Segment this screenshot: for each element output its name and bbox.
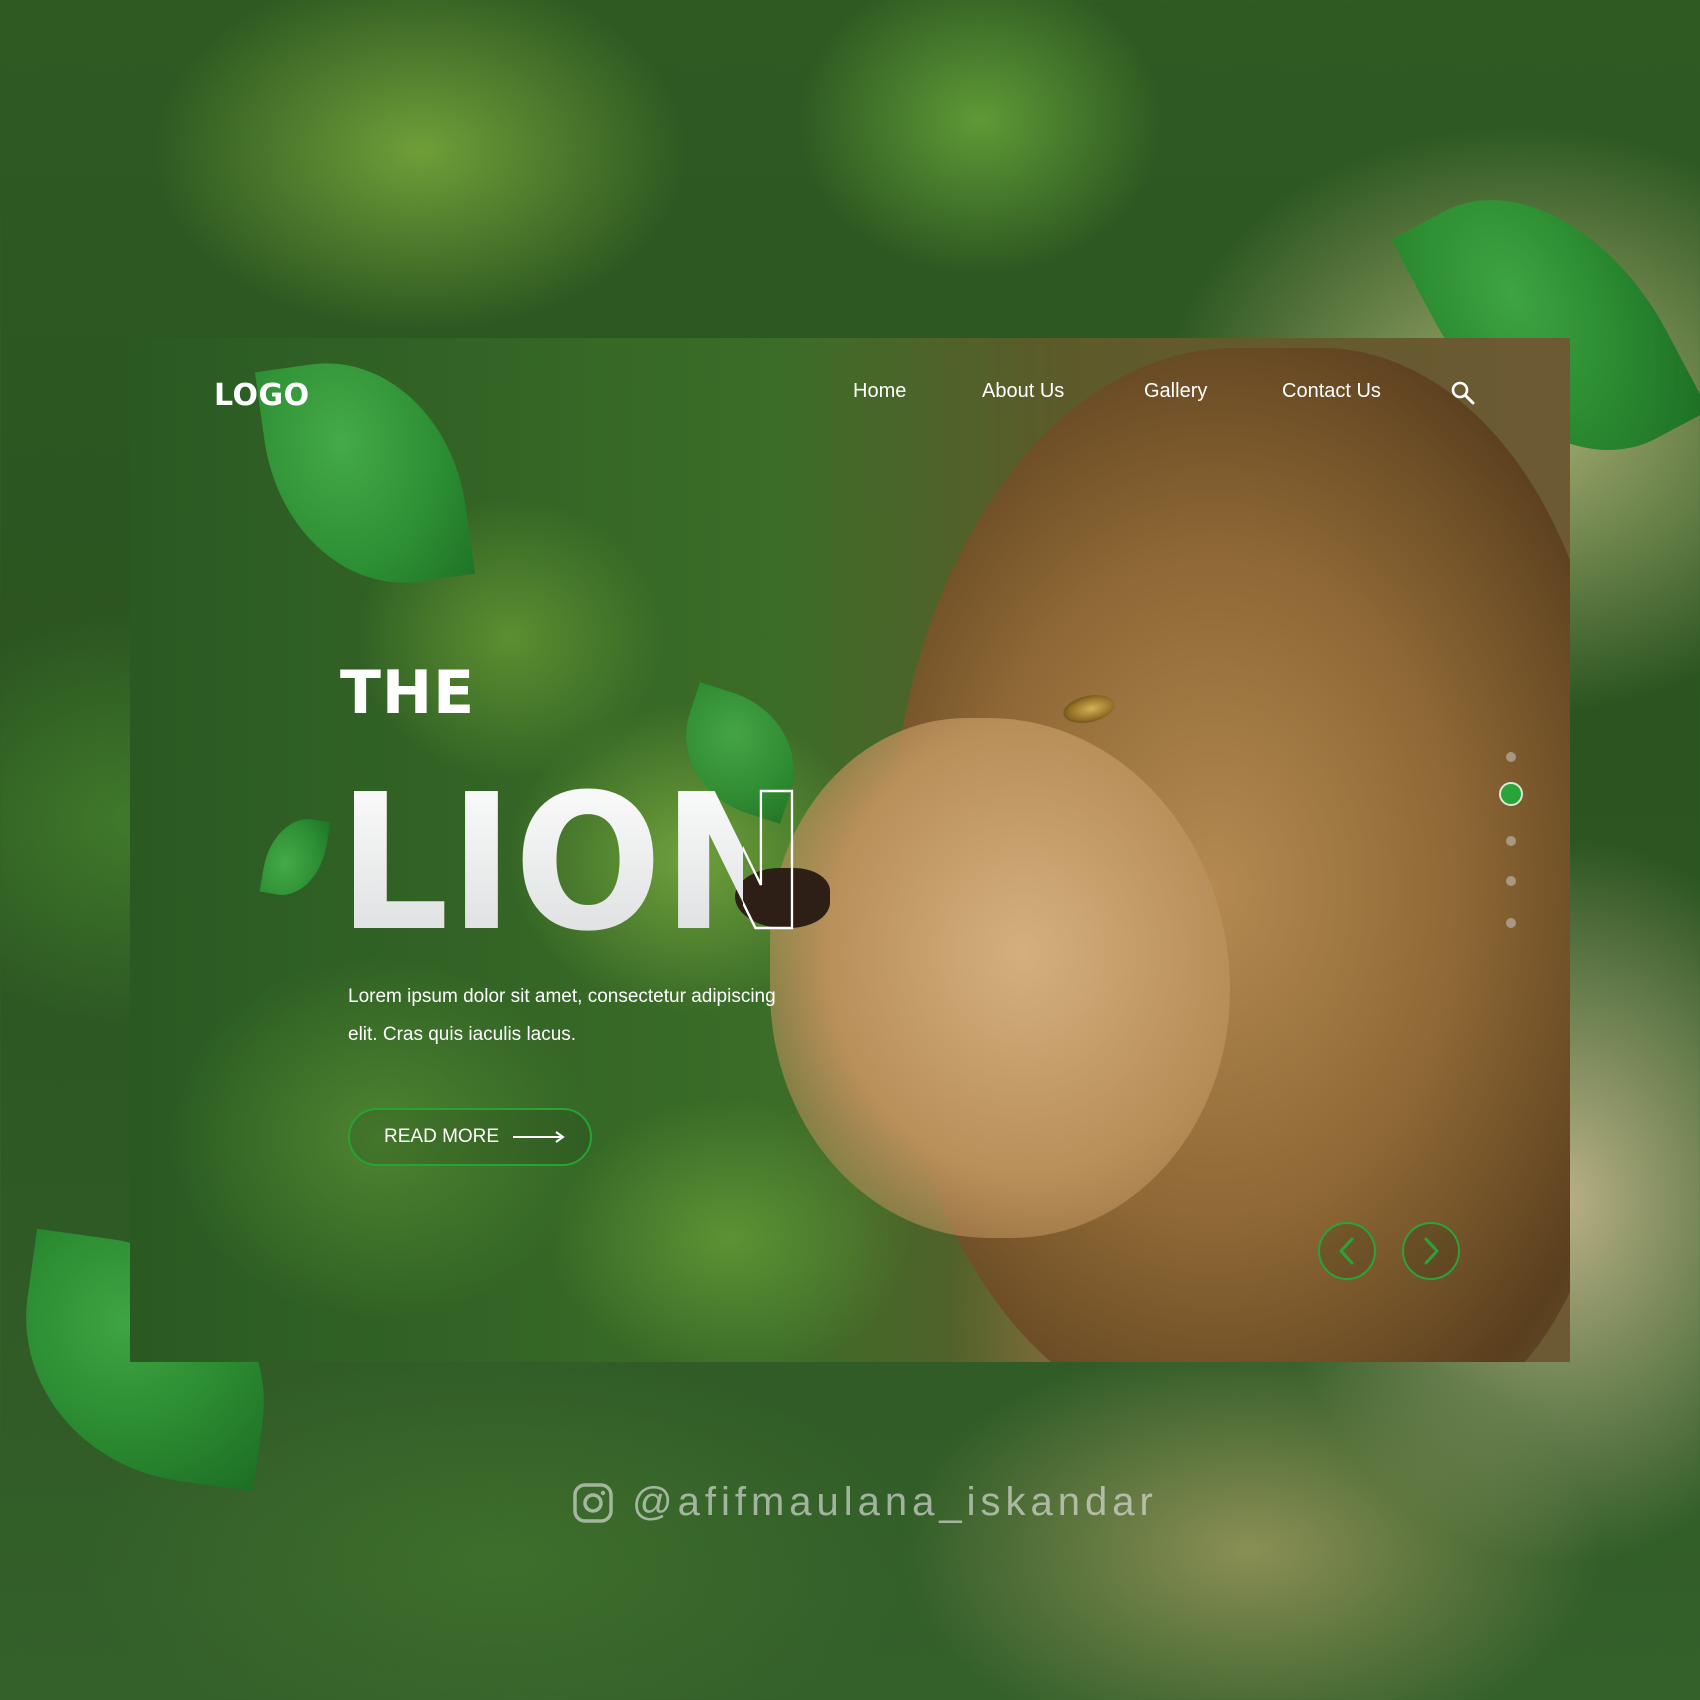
hero-title: LION LION	[338, 753, 809, 938]
nav-link-home[interactable]: Home	[853, 380, 906, 403]
slide-dot[interactable]	[1506, 876, 1516, 886]
leaf-decoration	[259, 812, 331, 902]
nav-link-about-us[interactable]: About Us	[982, 380, 1064, 403]
hero-description-line: elit. Cras quis iaculis lacus.	[348, 1024, 577, 1045]
instagram-icon	[573, 1482, 613, 1523]
slide-dot-active[interactable]	[1499, 782, 1523, 806]
hero-description: Lorem ipsum dolor sit amet, consectetur …	[348, 978, 848, 1054]
slide-dot[interactable]	[1506, 836, 1516, 846]
next-slide-button[interactable]	[1402, 1222, 1460, 1280]
logo[interactable]: LOGO	[214, 378, 310, 413]
chevron-right-icon	[1424, 1237, 1439, 1265]
chevron-left-icon	[1339, 1237, 1354, 1265]
instagram-handle[interactable]: @afifmaulana_iskandar	[572, 1480, 1158, 1525]
read-more-label: READ MORE	[384, 1126, 500, 1147]
read-more-button[interactable]: READ MORE	[348, 1108, 592, 1166]
search-icon	[1451, 381, 1475, 405]
nav-link-contact-us[interactable]: Contact Us	[1282, 380, 1381, 403]
navbar: LOGO Home About Us Gallery Contact Us	[130, 338, 1570, 458]
slide-dot[interactable]	[1506, 918, 1516, 928]
slide-dot[interactable]	[1506, 752, 1516, 762]
nav-link-gallery[interactable]: Gallery	[1144, 380, 1207, 403]
slide-indicator	[1498, 752, 1528, 942]
hero-title-text: LION	[338, 754, 808, 938]
hero-kicker: THE	[340, 658, 476, 728]
search-button[interactable]	[1450, 380, 1476, 406]
instagram-handle-text: @afifmaulana_iskandar	[632, 1480, 1158, 1524]
hero-card: LOGO Home About Us Gallery Contact Us TH…	[130, 338, 1570, 1362]
arrow-right-icon	[513, 1131, 565, 1143]
hero-description-line: Lorem ipsum dolor sit amet, consectetur …	[348, 986, 776, 1007]
prev-slide-button[interactable]	[1318, 1222, 1376, 1280]
